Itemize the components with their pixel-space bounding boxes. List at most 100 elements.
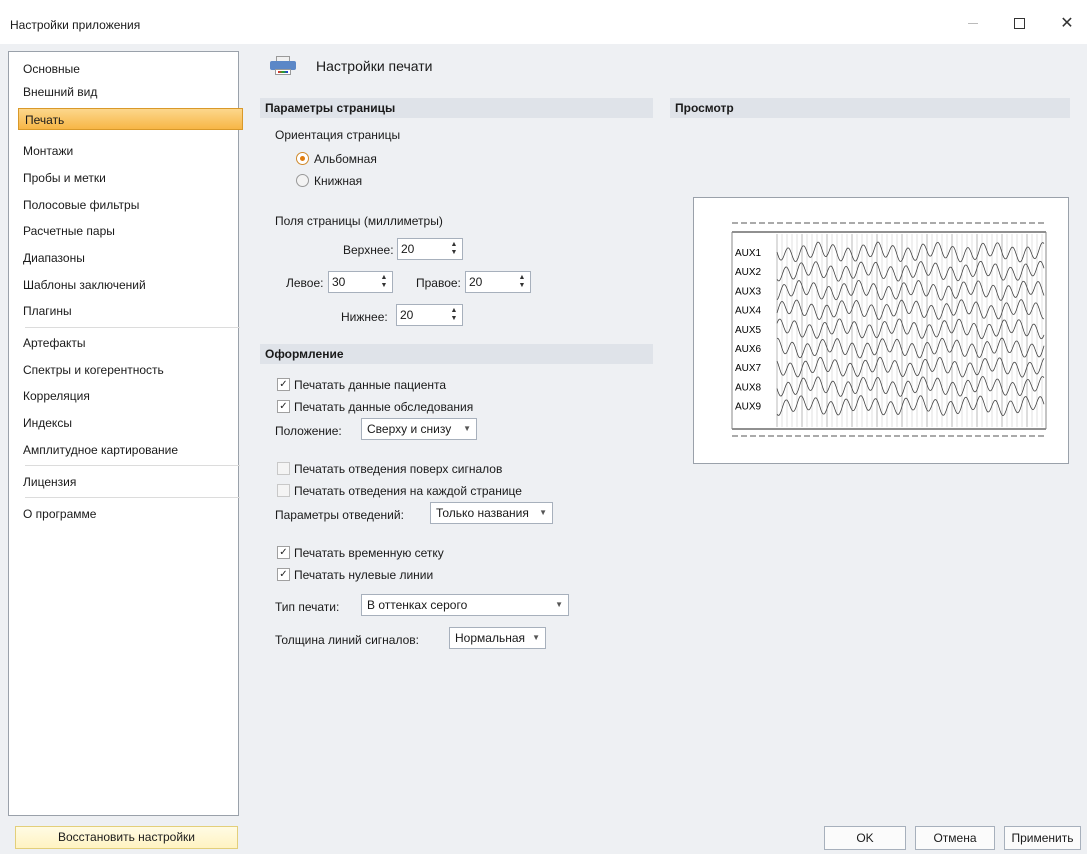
spinner-arrows-icon[interactable]: ▲ ▼	[449, 241, 459, 257]
print-grid-label[interactable]: Печатать временную сетку	[294, 546, 444, 560]
orientation-label: Ориентация страницы	[275, 128, 401, 142]
close-button[interactable]: ✕	[1044, 8, 1087, 38]
left-margin-spinner[interactable]: 30 ▲ ▼	[328, 271, 393, 293]
nav-item-license[interactable]: Лицензия	[17, 471, 236, 493]
line-width-select[interactable]: Нормальная ▼	[449, 627, 546, 649]
print-type-label: Тип печати:	[275, 600, 340, 614]
margins-label: Поля страницы (миллиметры)	[275, 214, 443, 228]
left-margin-value: 30	[332, 275, 346, 289]
channel-label: AUX8	[735, 382, 762, 393]
bottom-margin-label: Нижнее:	[341, 310, 388, 324]
nav-item-correlation[interactable]: Корреляция	[17, 385, 236, 407]
top-margin-value: 20	[401, 242, 415, 256]
print-patient-label[interactable]: Печатать данные пациента	[294, 378, 446, 392]
channel-label: AUX1	[735, 248, 762, 259]
channel-label: AUX3	[735, 286, 762, 297]
channel-label: AUX4	[735, 306, 762, 317]
nav-item-indexes[interactable]: Индексы	[17, 412, 236, 434]
section-design: Оформление	[260, 344, 653, 364]
print-type-select[interactable]: В оттенках серого ▼	[361, 594, 569, 616]
left-margin-label: Левое:	[286, 276, 324, 290]
portrait-radio[interactable]	[296, 174, 309, 187]
ok-button[interactable]: OK	[824, 826, 906, 850]
print-preview: AUX1 AUX2 AUX3 AUX4 AUX5 AUX6 AUX7 AUX8 AUX9	[693, 197, 1069, 464]
nav-divider	[25, 497, 240, 498]
chevron-down-icon: ▼	[539, 508, 547, 517]
cancel-button[interactable]: Отмена	[915, 826, 995, 850]
minimize-icon	[968, 22, 978, 24]
nav-item-ranges[interactable]: Диапазоны	[17, 247, 236, 269]
channel-label: AUX2	[735, 267, 762, 278]
line-width-value: Нормальная	[455, 631, 525, 645]
position-select[interactable]: Сверху и снизу ▼	[361, 418, 477, 440]
channel-label: AUX6	[735, 344, 762, 355]
position-label: Положение:	[275, 424, 342, 438]
nav-item-plugins[interactable]: Плагины	[17, 300, 236, 322]
landscape-radio[interactable]	[296, 152, 309, 165]
right-margin-spinner[interactable]: 20 ▲ ▼	[465, 271, 531, 293]
nav-item-probes[interactable]: Пробы и метки	[17, 167, 236, 189]
print-leads-each-label[interactable]: Печатать отведения на каждой странице	[294, 484, 522, 498]
spinner-arrows-icon[interactable]: ▲ ▼	[379, 274, 389, 290]
title-bar: Настройки приложения ✕	[0, 0, 1087, 44]
channel-label: AUX7	[735, 363, 762, 374]
maximize-icon	[1013, 17, 1025, 29]
printer-icon	[270, 56, 296, 76]
section-preview: Просмотр	[670, 98, 1070, 118]
portrait-label[interactable]: Книжная	[314, 174, 362, 188]
nav-item-print[interactable]: Печать	[18, 108, 243, 130]
channel-label: AUX9	[735, 402, 762, 413]
nav-item-artifacts[interactable]: Артефакты	[17, 332, 236, 354]
print-leads-each-checkbox[interactable]	[277, 484, 290, 497]
lead-params-value: Только названия	[436, 506, 529, 520]
right-margin-value: 20	[469, 275, 483, 289]
restore-settings-button[interactable]: Восстановить настройки	[15, 826, 238, 849]
lead-params-label: Параметры отведений:	[275, 508, 404, 522]
minimize-button[interactable]	[950, 8, 996, 38]
page-title: Настройки печати	[316, 58, 433, 74]
print-exam-checkbox[interactable]: ✓	[277, 400, 290, 413]
bottom-margin-spinner[interactable]: 20 ▲ ▼	[396, 304, 463, 326]
position-value: Сверху и снизу	[367, 422, 452, 436]
channel-label: AUX5	[735, 325, 762, 336]
print-leads-over-label[interactable]: Печатать отведения поверх сигналов	[294, 462, 502, 476]
line-width-label: Толщина линий сигналов:	[275, 633, 419, 647]
bottom-margin-value: 20	[400, 308, 414, 322]
top-margin-label: Верхнее:	[343, 243, 394, 257]
nav-item-spectra[interactable]: Спектры и когерентность	[17, 359, 236, 381]
content-header: Настройки печати	[270, 52, 432, 80]
print-exam-label[interactable]: Печатать данные обследования	[294, 400, 473, 414]
nav-item-general[interactable]: Основные	[17, 58, 236, 80]
nav-item-montages[interactable]: Монтажи	[17, 140, 236, 162]
nav-item-bandpass[interactable]: Полосовые фильтры	[17, 194, 236, 216]
nav-item-pairs[interactable]: Расчетные пары	[17, 220, 236, 242]
print-zero-label[interactable]: Печатать нулевые линии	[294, 568, 433, 582]
chevron-down-icon: ▼	[555, 600, 563, 609]
top-margin-spinner[interactable]: 20 ▲ ▼	[397, 238, 463, 260]
settings-nav: Основные Внешний вид Печать Монтажи Проб…	[8, 51, 243, 816]
spinner-arrows-icon[interactable]: ▲ ▼	[449, 307, 459, 323]
nav-item-appearance[interactable]: Внешний вид	[17, 81, 236, 103]
print-leads-over-checkbox[interactable]	[277, 462, 290, 475]
print-type-value: В оттенках серого	[367, 598, 468, 612]
nav-item-about[interactable]: О программе	[17, 503, 236, 525]
landscape-label[interactable]: Альбомная	[314, 152, 377, 166]
print-patient-checkbox[interactable]: ✓	[277, 378, 290, 391]
print-grid-checkbox[interactable]: ✓	[277, 546, 290, 559]
right-margin-label: Правое:	[416, 276, 461, 290]
spinner-arrows-icon[interactable]: ▲ ▼	[517, 274, 527, 290]
section-page-params: Параметры страницы	[260, 98, 653, 118]
apply-button[interactable]: Применить	[1004, 826, 1081, 850]
lead-params-select[interactable]: Только названия ▼	[430, 502, 553, 524]
window-title: Настройки приложения	[10, 18, 141, 32]
nav-divider	[25, 327, 240, 328]
maximize-button[interactable]	[996, 8, 1042, 38]
print-zero-checkbox[interactable]: ✓	[277, 568, 290, 581]
nav-item-amplitude[interactable]: Амплитудное картирование	[17, 439, 236, 461]
close-icon: ✕	[1060, 15, 1074, 32]
nav-item-templates[interactable]: Шаблоны заключений	[17, 274, 236, 296]
chevron-down-icon: ▼	[532, 633, 540, 642]
preview-page: AUX1 AUX2 AUX3 AUX4 AUX5 AUX6 AUX7 AUX8 AUX9	[731, 222, 1047, 437]
nav-divider	[25, 465, 240, 466]
chevron-down-icon: ▼	[463, 424, 471, 433]
